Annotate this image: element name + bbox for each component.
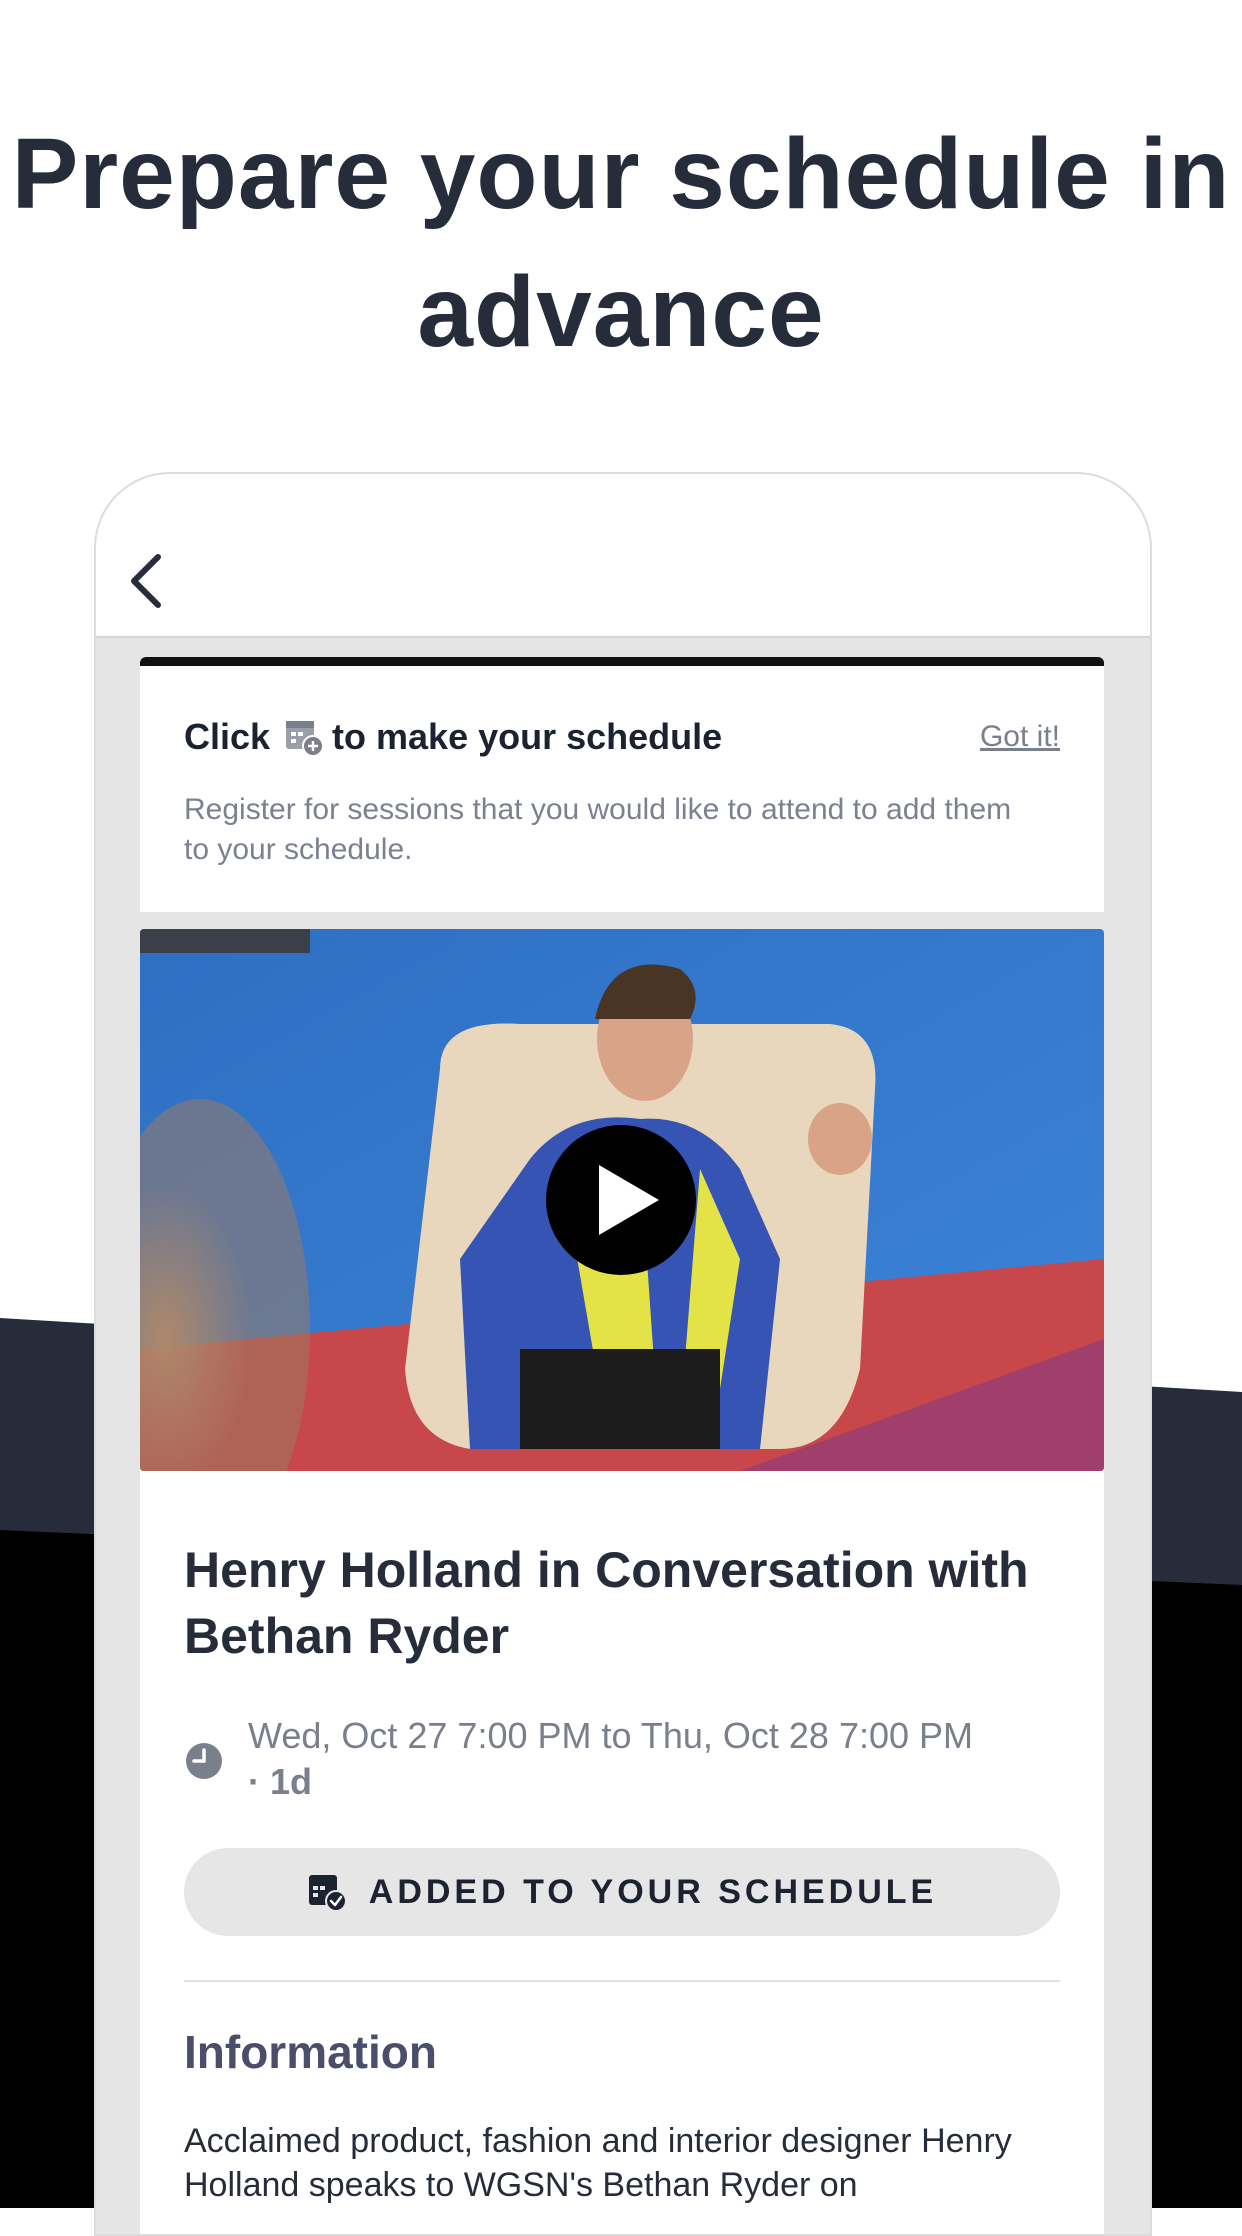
- chevron-left-icon: [131, 554, 161, 608]
- section-divider: [184, 1980, 1060, 1982]
- got-it-link[interactable]: Got it!: [980, 720, 1060, 754]
- session-details: Henry Holland in Conversation with Betha…: [140, 1471, 1104, 2234]
- calendar-add-icon: [284, 717, 325, 757]
- play-icon: [599, 1165, 659, 1235]
- added-to-schedule-button[interactable]: ADDED TO YOUR SCHEDULE: [184, 1848, 1060, 1936]
- phone-frame: Click to make your schedule Got it! Regi…: [94, 472, 1152, 2236]
- tip-description: Register for sessions that you would lik…: [184, 793, 1012, 866]
- session-title: Henry Holland in Conversation with Betha…: [184, 1542, 1029, 1664]
- information-heading: Information: [184, 2026, 437, 2078]
- page-headline: Prepare your schedule in advance: [11, 118, 1231, 368]
- clock-icon: [186, 1743, 222, 1779]
- tip-title: Click to make your schedule: [184, 716, 722, 758]
- calendar-check-icon: [308, 1875, 347, 1912]
- back-button[interactable]: [116, 546, 176, 616]
- session-datetime-range: Wed, Oct 27 7:00 PM to Thu, Oct 28 7:00 …: [248, 1715, 974, 1756]
- play-button[interactable]: [546, 1125, 696, 1275]
- information-body: Acclaimed product, fashion and interior …: [184, 2122, 1012, 2204]
- session-datetime: Wed, Oct 27 7:00 PM to Thu, Oct 28 7:00 …: [248, 1713, 1068, 1805]
- tip-title-prefix: Click: [184, 716, 271, 757]
- schedule-tip-card: Click to make your schedule Got it! Regi…: [140, 657, 1104, 912]
- app-header: [96, 474, 1150, 638]
- tip-title-suffix: to make your schedule: [332, 716, 723, 757]
- session-video[interactable]: [140, 929, 1104, 1471]
- added-to-schedule-label: ADDED TO YOUR SCHEDULE: [368, 1872, 938, 1911]
- session-duration-dot: ·: [248, 1761, 270, 1802]
- session-duration: 1d: [270, 1761, 313, 1802]
